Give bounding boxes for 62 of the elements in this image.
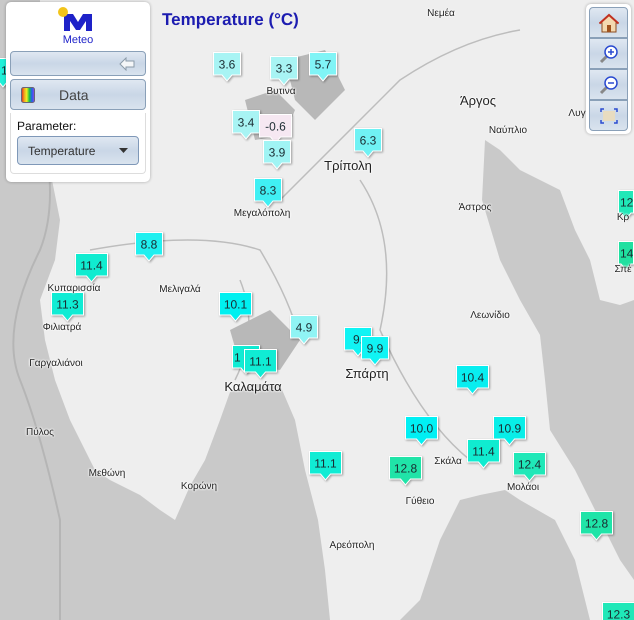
zoom-in-button[interactable]	[589, 38, 628, 69]
temperature-marker[interactable]: 12.8	[389, 456, 422, 486]
back-arrow-icon	[119, 56, 135, 70]
place-label: Μελιγαλά	[159, 284, 201, 295]
temperature-marker[interactable]: 3.3	[270, 56, 298, 86]
temperature-marker[interactable]: 10.9	[493, 416, 526, 446]
place-label: Σπάρτη	[345, 366, 389, 381]
temperature-marker[interactable]: 11.3	[51, 292, 84, 322]
place-label: Βυτινα	[266, 86, 296, 97]
temperature-marker[interactable]: 8.8	[135, 232, 163, 262]
place-label: Λυγ	[568, 108, 586, 119]
temperature-marker[interactable]: 5.7	[309, 52, 337, 82]
temperature-marker[interactable]: 3.9	[263, 140, 291, 170]
place-label: Καλαμάτα	[224, 379, 282, 394]
house-icon	[598, 13, 618, 32]
place-label: Μεγαλόπολη	[234, 208, 290, 219]
temperature-marker[interactable]: 12.8	[580, 511, 613, 541]
data-button[interactable]: Data	[10, 79, 146, 110]
place-label: Σκάλα	[434, 456, 462, 467]
temperature-marker[interactable]: 11.1	[309, 451, 342, 481]
parameter-dropdown[interactable]: Temperature	[17, 136, 139, 165]
temperature-marker[interactable]: 8.3	[254, 178, 282, 208]
place-label: Κορώνη	[180, 481, 218, 492]
temperature-marker[interactable]: 12.3	[602, 602, 634, 620]
caret-icon	[119, 148, 128, 153]
temperature-marker[interactable]: 11.1	[244, 349, 277, 379]
place-label: Άργος	[460, 93, 496, 108]
temperature-marker[interactable]: 3.4	[232, 110, 260, 140]
temperature-marker[interactable]: 11.4	[75, 253, 108, 283]
logo-text: Meteo	[62, 34, 94, 46]
temperature-marker[interactable]: 10.0	[405, 416, 438, 446]
temperature-marker[interactable]: 11.4	[467, 439, 500, 469]
place-label: Κυπαρισσία	[48, 283, 100, 294]
zoom-in-icon	[599, 44, 618, 63]
temperature-marker[interactable]: 4.9	[290, 315, 318, 345]
place-label: Φιλιατρά	[42, 322, 82, 333]
parameter-label: Parameter:	[17, 119, 78, 133]
place-label: Κρ	[616, 212, 630, 223]
place-label: Ναύπλιο	[488, 125, 528, 136]
temperature-marker[interactable]: 10.4	[456, 365, 489, 395]
place-label: Γαργαλιάνοι	[29, 358, 83, 369]
place-label: Άστρος	[458, 202, 492, 213]
color-palette-icon	[21, 86, 35, 102]
temperature-marker[interactable]: 3.6	[213, 52, 241, 82]
frame-icon	[600, 108, 618, 124]
place-label: Μολάοι	[506, 482, 540, 493]
map-title: Temperature (°C)	[162, 10, 299, 30]
temperature-marker[interactable]: 10.1	[219, 292, 252, 322]
place-label: Λεωνίδιο	[470, 310, 510, 321]
zoom-extent-button[interactable]	[589, 100, 628, 131]
zoom-out-button[interactable]	[589, 69, 628, 100]
place-label: Μεθώνη	[88, 468, 126, 479]
temperature-marker[interactable]: 6.3	[354, 128, 382, 158]
place-label: Πύλος	[26, 427, 54, 438]
place-label: Τρίπολη	[324, 158, 372, 173]
temperature-marker[interactable]: 12.4	[513, 452, 546, 482]
place-label: Αρεόπολη	[330, 540, 374, 551]
place-label: Νεμέα	[427, 8, 455, 19]
zoom-out-icon	[599, 76, 618, 94]
temperature-marker[interactable]: 9.9	[361, 336, 389, 366]
place-label: Γύθειο	[406, 496, 434, 507]
home-button[interactable]	[589, 7, 628, 38]
